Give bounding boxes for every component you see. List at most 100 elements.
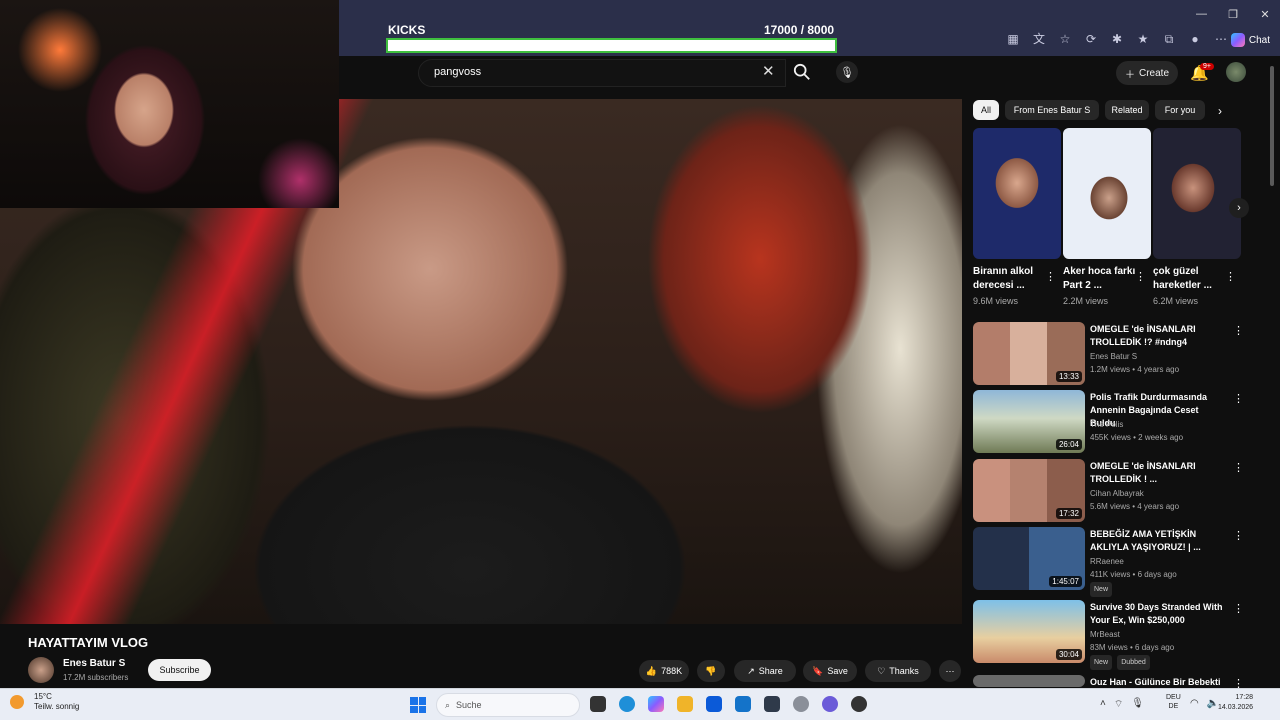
- video-menu-icon[interactable]: ⋮: [1233, 529, 1244, 542]
- video-title-link[interactable]: OMEGLE 'de İNSANLARI TROLLEDİK !? #ndng4: [1090, 323, 1225, 349]
- collections-icon[interactable]: ⧉: [1162, 32, 1176, 46]
- dislike-button[interactable]: 👎: [697, 660, 725, 682]
- account-avatar[interactable]: [1226, 62, 1246, 82]
- short-title[interactable]: çok güzel hareketler ...: [1153, 265, 1227, 293]
- channel-avatar[interactable]: [28, 657, 54, 683]
- video-thumbnail[interactable]: 26:04: [973, 390, 1085, 453]
- streamer-webcam: [0, 0, 339, 208]
- short-views: 2.2M views: [1063, 296, 1109, 306]
- thanks-button[interactable]: ♡ Thanks: [865, 660, 931, 682]
- translate-icon[interactable]: 文: [1032, 32, 1046, 46]
- minimize-button[interactable]: —: [1196, 8, 1207, 21]
- video-menu-icon[interactable]: ⋮: [1233, 461, 1244, 474]
- video-duration: 13:33: [1055, 371, 1082, 382]
- save-label: Save: [827, 666, 848, 676]
- short-menu-icon[interactable]: ⋮: [1225, 270, 1236, 283]
- windows-start-icon[interactable]: [410, 697, 426, 713]
- save-button[interactable]: 🔖 Save: [803, 660, 857, 682]
- screen: — ❐ ✕ ▦ 文 ☆ ⟳ ✱ ★ ⧉ ● ⋯ Chat KICKS 17000…: [0, 0, 1280, 720]
- taskbar-clock[interactable]: 17:28 14.03.2026: [1218, 693, 1253, 713]
- thumbs-down-icon: 👎: [705, 665, 717, 676]
- search-icon[interactable]: [793, 63, 811, 81]
- weather-widget[interactable]: 15°C Teilw. sonnig: [18, 692, 79, 712]
- subscribe-button[interactable]: Subscribe: [148, 659, 211, 681]
- video-title-link[interactable]: BEBEĞİZ AMA YETİŞKİN AKLIYLA YAŞIYORUZ! …: [1090, 528, 1225, 554]
- obs-icon[interactable]: [851, 696, 867, 712]
- video-title-link[interactable]: OMEGLE 'de İNSANLARI TROLLEDİK ! ...: [1090, 460, 1225, 486]
- video-channel[interactable]: The Polis: [1090, 418, 1123, 431]
- chevron-up-icon[interactable]: ˄: [1100, 698, 1106, 711]
- more-actions-button[interactable]: ⋯: [939, 660, 961, 682]
- video-title: HAYATTAYIM VLOG: [28, 635, 149, 650]
- favorite-star-icon[interactable]: ☆: [1058, 32, 1072, 46]
- video-channel[interactable]: Cihan Albayrak: [1090, 487, 1144, 500]
- profile-icon[interactable]: ●: [1188, 32, 1202, 46]
- video-menu-icon[interactable]: ⋮: [1233, 324, 1244, 337]
- video-thumbnail[interactable]: 17:32: [973, 459, 1085, 522]
- wifi-icon[interactable]: ◠: [1190, 698, 1199, 709]
- short-thumbnail[interactable]: [1063, 128, 1151, 259]
- edge-browser-icon[interactable]: [619, 696, 635, 712]
- taskbar-search[interactable]: ⌕ Suche: [436, 693, 580, 717]
- subscriber-count: 17.2M subscribers: [63, 673, 129, 682]
- short-title[interactable]: Aker hoca farkı Part 2 ...: [1063, 265, 1137, 293]
- video-duration: 26:04: [1055, 439, 1082, 450]
- clear-search-icon[interactable]: ✕: [762, 62, 775, 80]
- chevron-right-icon[interactable]: ›: [1218, 104, 1222, 118]
- video-thumbnail[interactable]: 13:33: [973, 322, 1085, 385]
- video-tags: New: [1090, 582, 1115, 597]
- create-button[interactable]: ＋ Create: [1116, 61, 1178, 85]
- store-icon[interactable]: [706, 696, 722, 712]
- short-menu-icon[interactable]: ⋮: [1135, 270, 1146, 283]
- task-view-icon[interactable]: [590, 696, 606, 712]
- system-tray: ˄ ⌔ 🎙: [1100, 698, 1144, 711]
- video-thumbnail[interactable]: [973, 675, 1085, 687]
- close-window-button[interactable]: ✕: [1260, 8, 1270, 21]
- short-thumbnail[interactable]: [1153, 128, 1241, 259]
- windows-taskbar: [0, 688, 1280, 720]
- new-badge: New: [1090, 655, 1113, 670]
- video-title-link[interactable]: Survive 30 Days Stranded With Your Ex, W…: [1090, 601, 1225, 627]
- shorts-next-icon[interactable]: ›: [1229, 198, 1249, 218]
- maximize-button[interactable]: ❐: [1228, 8, 1238, 21]
- video-channel[interactable]: Enes Batur S: [1090, 350, 1137, 363]
- video-duration: 1:45:07: [1049, 576, 1082, 587]
- channel-name[interactable]: Enes Batur S: [63, 658, 125, 669]
- copilot-app-icon[interactable]: [648, 696, 664, 712]
- more-icon: ⋯: [945, 665, 955, 676]
- video-thumbnail[interactable]: 30:04: [973, 600, 1085, 663]
- copilot-chat-button[interactable]: Chat: [1230, 33, 1270, 47]
- share-button[interactable]: ↗ Share: [734, 660, 796, 682]
- video-channel[interactable]: MrBeast: [1090, 628, 1120, 641]
- split-screen-icon[interactable]: ▦: [1006, 32, 1020, 46]
- short-thumbnail[interactable]: [973, 128, 1061, 259]
- network-icon[interactable]: ⌔: [1114, 698, 1123, 711]
- extensions-icon[interactable]: ✱: [1110, 32, 1124, 46]
- kicks-goal-count: 17000 / 8000: [764, 23, 835, 37]
- settings-gear-icon[interactable]: [793, 696, 809, 712]
- microphone-icon[interactable]: 🎙: [836, 61, 858, 83]
- mail-icon[interactable]: [735, 696, 751, 712]
- video-meta: 411K views • 6 days ago: [1090, 570, 1177, 579]
- chip-for-you[interactable]: For you: [1155, 100, 1205, 120]
- media-app-icon[interactable]: [764, 696, 780, 712]
- refresh-extension-icon[interactable]: ⟳: [1084, 32, 1098, 46]
- file-explorer-icon[interactable]: [677, 696, 693, 712]
- video-meta: 1.2M views • 4 years ago: [1090, 365, 1180, 374]
- chip-related[interactable]: Related: [1105, 100, 1149, 120]
- short-menu-icon[interactable]: ⋮: [1045, 270, 1056, 283]
- short-title[interactable]: Biranın alkol derecesi ...: [973, 265, 1047, 293]
- discord-icon[interactable]: [822, 696, 838, 712]
- video-channel[interactable]: RRaenee: [1090, 555, 1124, 568]
- video-thumbnail[interactable]: 1:45:07: [973, 527, 1085, 590]
- more-options-icon[interactable]: ⋯: [1214, 32, 1228, 46]
- favorites-list-icon[interactable]: ★: [1136, 32, 1150, 46]
- language-indicator[interactable]: DEU DE: [1166, 693, 1181, 711]
- chip-from-channel[interactable]: From Enes Batur S: [1005, 100, 1099, 120]
- video-menu-icon[interactable]: ⋮: [1233, 392, 1244, 405]
- scrollbar-thumb[interactable]: [1270, 66, 1274, 186]
- like-button[interactable]: 👍 788K: [639, 660, 689, 682]
- video-menu-icon[interactable]: ⋮: [1233, 602, 1244, 615]
- microphone-tray-icon[interactable]: 🎙: [1131, 698, 1144, 711]
- chip-all[interactable]: All: [973, 100, 999, 120]
